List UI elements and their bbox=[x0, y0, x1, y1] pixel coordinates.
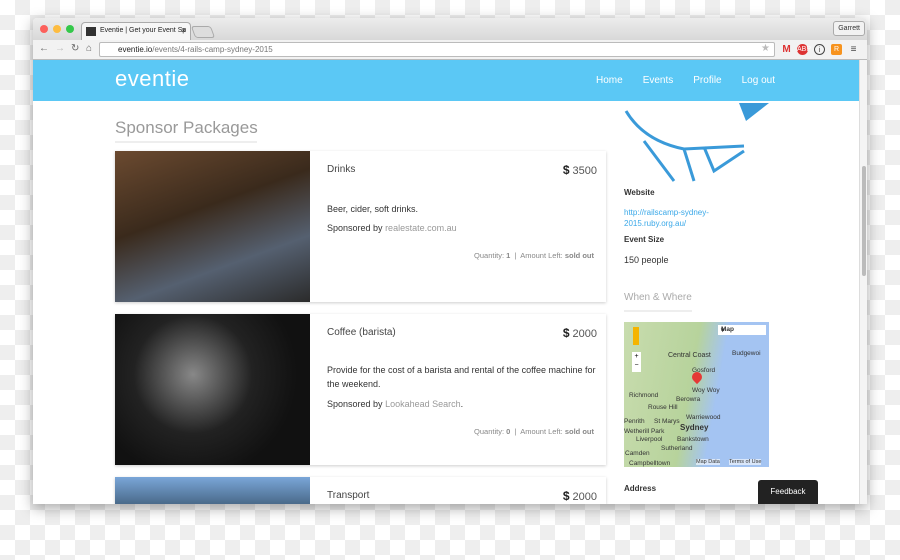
package-card: Transport $2000 bbox=[115, 477, 606, 504]
close-window-button[interactable] bbox=[40, 25, 48, 33]
gmail-icon[interactable]: M bbox=[781, 44, 792, 55]
logo[interactable]: eventie bbox=[115, 66, 189, 92]
back-icon[interactable]: ← bbox=[39, 43, 49, 54]
sponsored-by: Sponsored by Lookahead Search. bbox=[327, 399, 464, 409]
terms-link[interactable]: Terms of Use bbox=[729, 459, 762, 465]
browser-tab[interactable]: Eventie | Get your Event Sp × bbox=[81, 22, 191, 40]
home-icon[interactable]: ⌂ bbox=[86, 43, 92, 54]
package-title: Drinks bbox=[327, 164, 356, 175]
url-path: /events/4-rails-camp-sydney-2015 bbox=[152, 45, 273, 54]
package-quantity: Quantity: 0 | Amount Left: sold out bbox=[474, 427, 594, 436]
close-tab-icon[interactable]: × bbox=[181, 26, 186, 35]
package-title: Transport bbox=[327, 490, 370, 501]
website-link[interactable]: http://railscamp-sydney- 2015.ruby.org.au… bbox=[624, 207, 709, 229]
favicon-icon bbox=[86, 27, 96, 36]
browser-window: Eventie | Get your Event Sp × Garrett ← →… bbox=[33, 18, 867, 504]
title-bar: Eventie | Get your Event Sp × Garrett bbox=[33, 18, 867, 40]
scrollbar[interactable] bbox=[859, 60, 867, 504]
package-card: Drinks $3500 Beer, cider, soft drinks. S… bbox=[115, 151, 606, 302]
website-label: Website bbox=[624, 188, 655, 197]
package-card: Coffee (barista) $2000 Provide for the c… bbox=[115, 314, 606, 465]
package-description: Beer, cider, soft drinks. bbox=[327, 204, 419, 214]
nav-events[interactable]: Events bbox=[643, 75, 674, 86]
address-bar[interactable]: eventie.io/events/4-rails-camp-sydney-20… bbox=[99, 42, 775, 57]
profile-button[interactable]: Garrett bbox=[833, 21, 865, 36]
package-price: $3500 bbox=[562, 163, 597, 177]
nav-home[interactable]: Home bbox=[596, 75, 623, 86]
sponsor-link[interactable]: realestate.com.au bbox=[385, 223, 457, 233]
divider bbox=[624, 310, 692, 312]
browser-toolbar: ← → ↻ ⌂ eventie.io/events/4-rails-camp-s… bbox=[33, 40, 867, 60]
new-tab-button[interactable] bbox=[190, 26, 216, 38]
menu-icon[interactable]: ≡ bbox=[848, 44, 859, 55]
package-price: $2000 bbox=[562, 326, 597, 340]
package-image bbox=[115, 477, 310, 504]
map-type-select[interactable]: Map ▾ bbox=[718, 325, 766, 335]
reload-icon[interactable]: ↻ bbox=[71, 43, 79, 54]
venue-map-drawing bbox=[624, 103, 769, 182]
package-description: Provide for the cost of a barista and re… bbox=[327, 365, 596, 389]
adblock-icon[interactable]: ABP bbox=[797, 44, 811, 55]
sponsored-by: Sponsored by realestate.com.au bbox=[327, 223, 457, 233]
forward-icon[interactable]: → bbox=[55, 43, 65, 54]
nav-logout[interactable]: Log out bbox=[742, 75, 775, 86]
package-quantity: Quantity: 1 | Amount Left: sold out bbox=[474, 251, 594, 260]
zoom-controls[interactable]: + − bbox=[632, 352, 641, 372]
rss-icon[interactable]: R bbox=[831, 44, 842, 55]
site-header: eventie Home Events Profile Log out bbox=[33, 60, 859, 101]
package-title: Coffee (barista) bbox=[327, 327, 396, 338]
divider bbox=[115, 141, 257, 143]
scrollbar-thumb[interactable] bbox=[862, 166, 866, 276]
when-where-heading: When & Where bbox=[624, 292, 692, 303]
event-size-value: 150 people bbox=[624, 255, 669, 265]
zoom-window-button[interactable] bbox=[66, 25, 74, 33]
feedback-button[interactable]: Feedback bbox=[758, 480, 818, 504]
event-size-label: Event Size bbox=[624, 235, 665, 244]
package-image bbox=[115, 151, 310, 302]
onepassword-icon[interactable]: i bbox=[814, 44, 825, 55]
bookmark-star-icon[interactable]: ★ bbox=[761, 43, 770, 54]
minimize-window-button[interactable] bbox=[53, 25, 61, 33]
sponsor-link[interactable]: Lookahead Search bbox=[385, 399, 461, 409]
section-heading: Sponsor Packages bbox=[115, 118, 258, 137]
address-label: Address bbox=[624, 484, 657, 493]
nav-profile[interactable]: Profile bbox=[693, 75, 721, 86]
package-price: $2000 bbox=[562, 489, 597, 503]
pegman-icon[interactable] bbox=[633, 327, 639, 345]
tab-title: Eventie | Get your Event Sp bbox=[100, 27, 187, 34]
url-domain: eventie.io bbox=[118, 45, 153, 54]
package-image bbox=[115, 314, 310, 465]
location-map[interactable]: Map ▾ + − Central Coast Budgewoi Gosford W… bbox=[624, 322, 769, 467]
